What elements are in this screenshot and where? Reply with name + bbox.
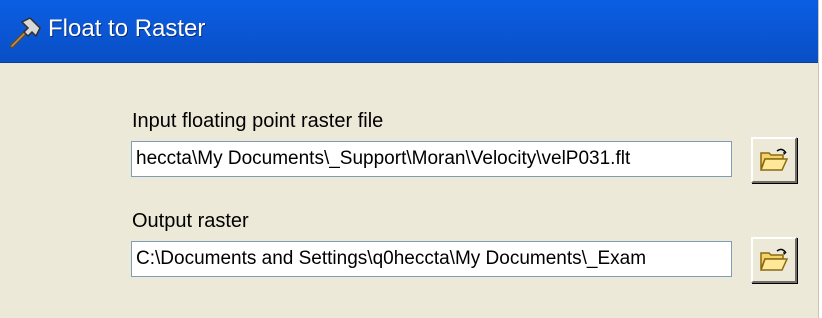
output-raster-label: Output raster [132, 210, 249, 232]
float-to-raster-dialog: Float to Raster Input floating point ras… [0, 0, 819, 318]
output-raster-browse-button[interactable] [751, 237, 797, 283]
output-raster-field[interactable]: C:\Documents and Settings\q0heccta\My Do… [131, 241, 732, 277]
window-title: Float to Raster [48, 15, 206, 42]
hammer-icon [10, 17, 41, 48]
input-file-browse-button[interactable] [751, 137, 797, 183]
input-file-field[interactable]: heccta\My Documents\_Support\Moran\Veloc… [131, 141, 732, 177]
open-folder-icon [759, 248, 789, 271]
open-folder-icon [759, 148, 789, 171]
input-file-label: Input floating point raster file [132, 110, 384, 132]
title-bar[interactable]: Float to Raster [0, 0, 818, 63]
